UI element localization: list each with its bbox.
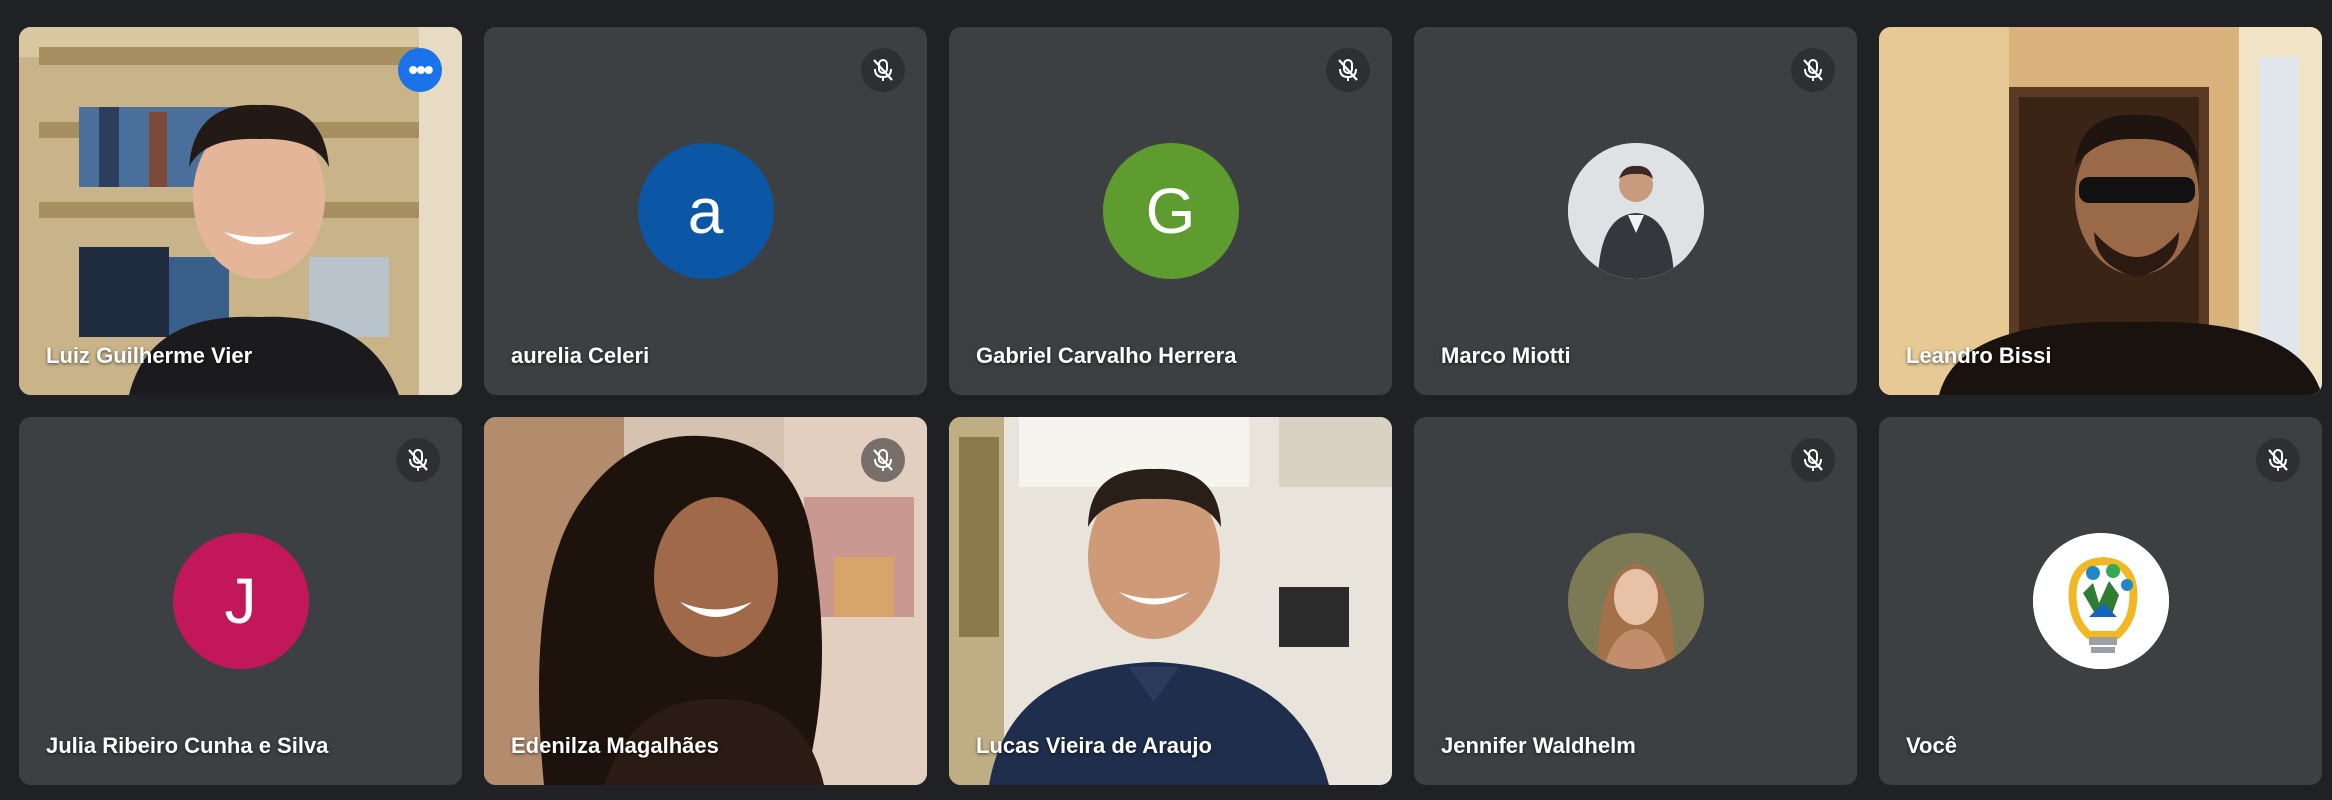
mic-off-icon [396,438,440,482]
lightbulb-people-logo-icon [2032,533,2169,669]
avatar: G [1102,143,1239,279]
participant-tile-self[interactable]: Você [1879,417,2322,785]
more-horiz-icon: ••• [408,54,433,85]
profile-photo [1567,533,1704,669]
participant-name: Edenilza Magalhães [511,733,719,758]
profile-photo [1567,143,1704,279]
mic-off-icon [861,438,905,482]
participant-name: Lucas Vieira de Araujo [976,733,1212,758]
avatar: a [637,143,774,279]
avatar: J [172,533,309,669]
mic-off-icon [1791,438,1835,482]
more-options-button[interactable]: ••• [398,48,442,92]
participant-tile-luiz[interactable]: ••• Luiz Guilherme Vier [19,27,462,395]
participant-name: Jennifer Waldhelm [1441,733,1636,758]
participant-tile-julia[interactable]: J Julia Ribeiro Cunha e Silva [19,417,462,785]
avatar-initial: a [687,175,724,247]
participant-grid: ••• Luiz Guilherme Vier a aurelia Celeri… [19,27,2322,785]
participant-tile-marco[interactable]: Marco Miotti [1414,27,1857,395]
participant-name: Marco Miotti [1441,343,1571,368]
mic-off-icon [2256,438,2300,482]
video-feed [949,417,1392,785]
video-feed [19,27,462,395]
mic-off-icon [1326,48,1370,92]
avatar-initial: J [224,565,257,637]
avatar-initial: G [1145,175,1196,247]
participant-tile-gabriel[interactable]: G Gabriel Carvalho Herrera [949,27,1392,395]
participant-tile-edenilza[interactable]: Edenilza Magalhães [484,417,927,785]
participant-name: Gabriel Carvalho Herrera [976,343,1237,368]
participant-tile-aurelia[interactable]: a aurelia Celeri [484,27,927,395]
participant-tile-leandro[interactable]: Leandro Bissi [1879,27,2322,395]
participant-name: Luiz Guilherme Vier [46,343,253,368]
mic-off-icon [1791,48,1835,92]
video-feed [484,417,927,785]
participant-name: Você [1906,733,1957,758]
participant-tile-lucas[interactable]: Lucas Vieira de Araujo [949,417,1392,785]
avatar [1567,533,1704,669]
participant-name: aurelia Celeri [511,343,650,368]
avatar [2032,533,2169,669]
mic-off-icon [861,48,905,92]
video-feed [1879,27,2322,395]
participant-name: Julia Ribeiro Cunha e Silva [46,733,329,758]
participant-name: Leandro Bissi [1906,343,2052,368]
participant-tile-jennifer[interactable]: Jennifer Waldhelm [1414,417,1857,785]
avatar [1567,143,1704,279]
